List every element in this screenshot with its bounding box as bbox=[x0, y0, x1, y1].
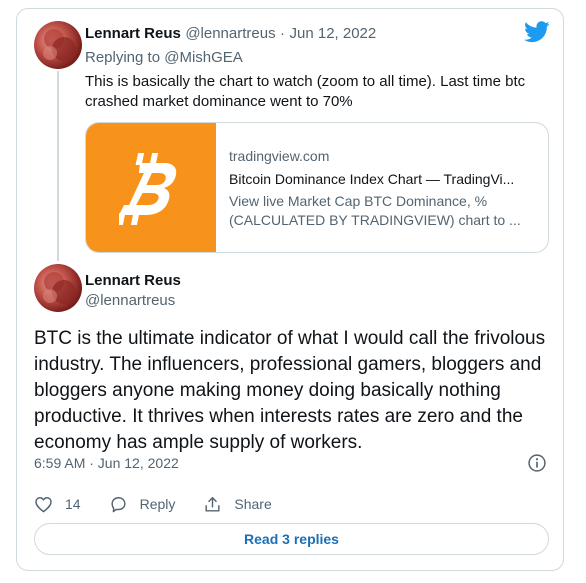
main-tweet-text: BTC is the ultimate indicator of what I … bbox=[34, 328, 546, 453]
link-preview-card[interactable]: tradingview.com Bitcoin Dominance Index … bbox=[85, 122, 549, 253]
avatar-image bbox=[43, 29, 76, 61]
author-name[interactable]: Lennart Reus bbox=[85, 271, 181, 291]
replying-to-handle[interactable]: @MishGEA bbox=[164, 49, 243, 66]
tweet-embed-card: Lennart Reus @lennartreus · Jun 12, 2022… bbox=[16, 8, 564, 571]
like-button[interactable]: 14 bbox=[34, 495, 81, 514]
share-label: Share bbox=[234, 496, 272, 512]
like-count: 14 bbox=[65, 496, 81, 512]
link-description: View live Market Cap BTC Dominance, % (C… bbox=[229, 193, 521, 228]
link-body: tradingview.com Bitcoin Dominance Index … bbox=[229, 147, 534, 230]
read-replies-button[interactable]: Read 3 replies bbox=[34, 523, 549, 555]
author-handle[interactable]: @lennartreus bbox=[185, 25, 275, 42]
author-handle[interactable]: @lennartreus bbox=[85, 291, 181, 311]
replying-to: Replying to @MishGEA bbox=[85, 49, 243, 66]
avatar[interactable] bbox=[34, 264, 82, 312]
share-icon bbox=[205, 496, 220, 512]
reply-label: Reply bbox=[139, 496, 176, 512]
tweet-timestamp[interactable]: 6:59 AM · Jun 12, 2022 bbox=[34, 455, 179, 471]
link-domain: tradingview.com bbox=[229, 148, 330, 164]
info-icon[interactable] bbox=[527, 453, 547, 473]
reply-icon bbox=[111, 496, 126, 512]
avatar-image bbox=[43, 272, 76, 304]
author-name[interactable]: Lennart Reus bbox=[85, 25, 181, 42]
link-thumbnail bbox=[86, 123, 216, 252]
action-bar: 14 Reply Share bbox=[34, 493, 300, 515]
link-title: Bitcoin Dominance Index Chart — TradingV… bbox=[229, 171, 515, 187]
quoted-tweet-text: This is basically the chart to watch (zo… bbox=[85, 73, 526, 110]
replying-prefix: Replying to bbox=[85, 49, 161, 66]
twitter-bird-icon[interactable] bbox=[524, 21, 550, 43]
main-tweet-author: Lennart Reus @lennartreus bbox=[85, 271, 181, 311]
heart-icon bbox=[35, 496, 52, 512]
tweet-date[interactable]: Jun 12, 2022 bbox=[290, 25, 377, 42]
separator: · bbox=[280, 25, 286, 42]
avatar[interactable] bbox=[34, 21, 82, 69]
thread-line bbox=[57, 71, 59, 261]
bitcoin-icon bbox=[119, 152, 177, 225]
share-button[interactable]: Share bbox=[203, 495, 272, 514]
quoted-tweet-header: Lennart Reus @lennartreus · Jun 12, 2022 bbox=[85, 25, 376, 43]
reply-button[interactable]: Reply bbox=[109, 495, 176, 514]
